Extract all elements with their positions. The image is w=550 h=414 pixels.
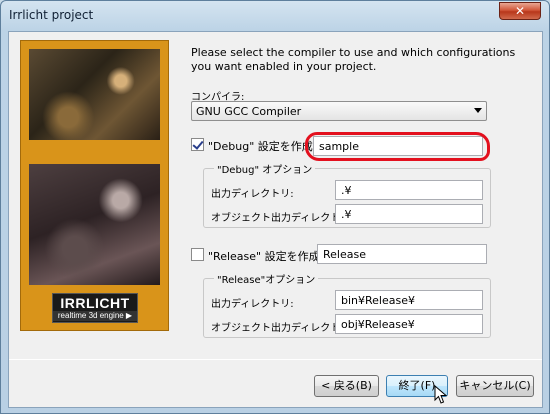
intro-line-2: you want enabled in your project. [191,60,377,73]
title-bar[interactable]: Irrlicht project ✕ [1,1,549,31]
dialog-window: Irrlicht project ✕ IRRLICHT realtime 3d … [0,0,550,414]
mouse-cursor-icon [434,385,448,404]
back-button[interactable]: < 戻る(B) [314,375,379,397]
debug-config-checkbox[interactable] [191,138,204,151]
release-config-name-input[interactable]: Release [317,244,487,264]
wizard-side-image: IRRLICHT realtime 3d engine ▶ [20,40,169,331]
release-output-dir-label: 出力ディレクトリ: [211,299,294,310]
cancel-button[interactable]: キャンセル(C) [456,375,534,397]
debug-object-dir-label: オブジェクト出力ディレクトリ: [211,213,354,224]
release-output-dir-input[interactable]: bin¥Release¥ [335,290,483,310]
release-config-label[interactable]: "Release" 設定を作成 [208,248,320,264]
engine-screenshot-bottom [29,164,160,285]
irrlicht-logo: IRRLICHT realtime 3d engine ▶ [52,293,138,323]
close-icon: ✕ [514,4,526,18]
release-config-checkbox[interactable] [191,248,204,261]
release-object-dir-label: オブジェクト出力ディレクトリ: [211,323,354,334]
engine-screenshot-top [29,49,160,140]
release-object-dir-input[interactable]: obj¥Release¥ [335,314,483,334]
close-button[interactable]: ✕ [499,2,541,20]
debug-output-dir-label: 出力ディレクトリ: [211,189,294,200]
intro-line-1: Please select the compiler to use and wh… [191,46,516,59]
button-separator [9,359,542,360]
debug-options-title: "Debug" オプション [214,161,316,176]
dialog-client-area: IRRLICHT realtime 3d engine ▶ Please sel… [8,31,543,408]
chevron-down-icon[interactable] [474,108,482,113]
window-title: Irrlicht project [9,8,94,22]
compiler-select-value: GNU GCC Compiler [196,105,302,118]
compiler-select[interactable]: GNU GCC Compiler [191,101,487,121]
highlight-annotation [305,132,490,161]
debug-object-dir-input[interactable]: .¥ [335,204,483,224]
intro-text: Please select the compiler to use and wh… [191,46,521,74]
debug-output-dir-input[interactable]: .¥ [335,180,483,200]
release-options-title: "Release"オプション [214,271,319,286]
debug-config-label[interactable]: "Debug" 設定を作成 [208,138,313,154]
